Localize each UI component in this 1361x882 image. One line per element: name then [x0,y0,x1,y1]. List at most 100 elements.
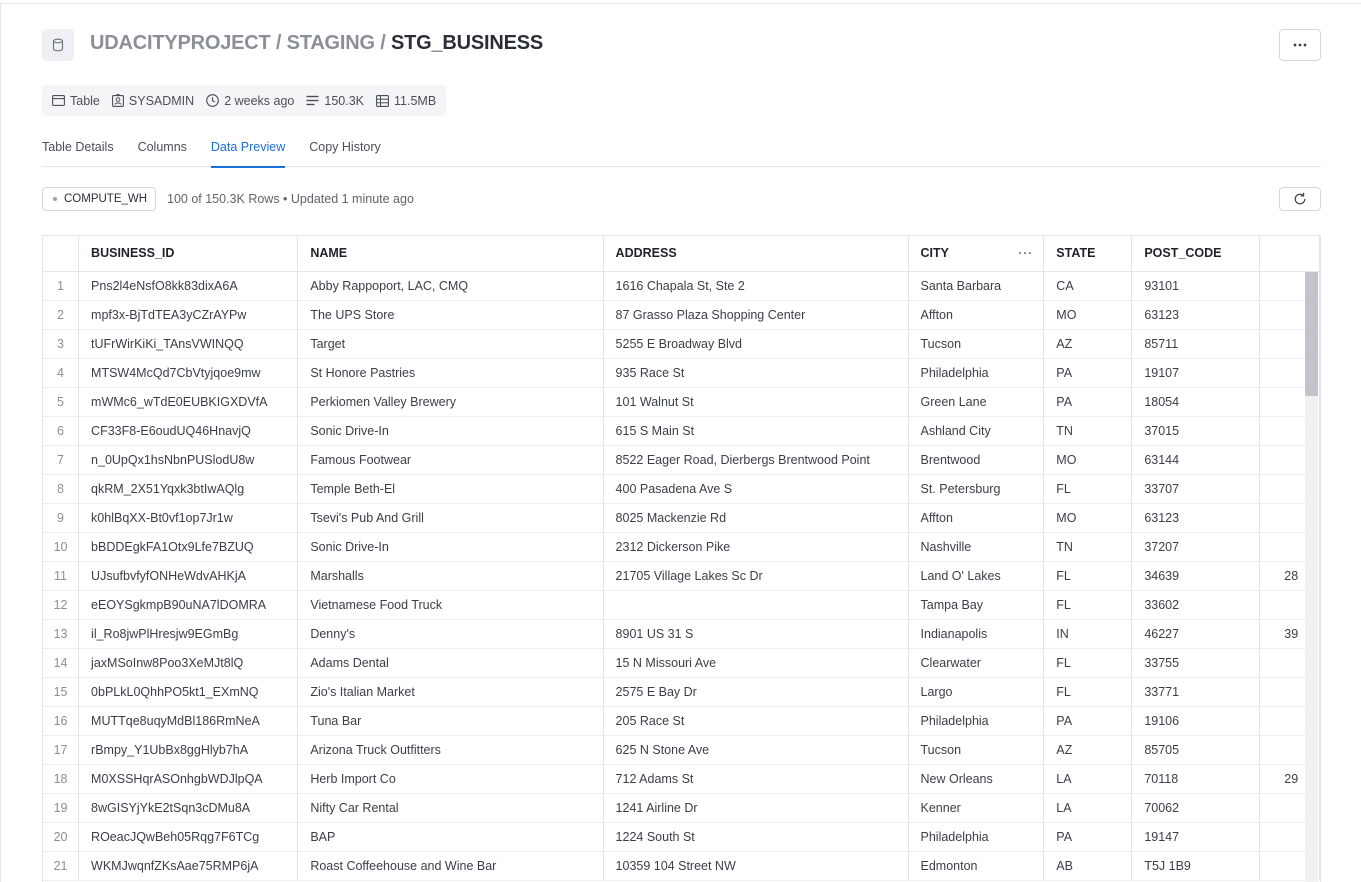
table-cell[interactable]: UJsufbvfyfONHeWdvAHKjA [78,561,299,591]
table-cell[interactable]: MO [1043,445,1133,475]
table-cell[interactable]: AZ [1043,329,1133,359]
table-row[interactable]: 20 ROeacJQwBeh05Rqg7F6TCg BAP 1224 South St… [43,822,1320,852]
table-cell[interactable]: 8wGISYjYkE2tSqn3cDMu8A [78,793,299,823]
table-cell[interactable]: 63144 [1131,445,1261,475]
table-cell[interactable]: LA [1043,764,1133,794]
table-cell[interactable]: 400 Pasadena Ave S [603,474,909,504]
table-cell[interactable]: Roast Coffeehouse and Wine Bar [297,851,604,881]
table-cell[interactable]: IN [1043,619,1133,649]
table-cell[interactable]: 33771 [1131,677,1261,707]
table-cell[interactable]: Pns2l4eNsfO8kk83dixA6A [78,271,299,301]
table-cell[interactable]: Ashland City [908,416,1045,446]
column-header[interactable]: BUSINESS_ID [78,236,299,272]
table-cell[interactable]: 33707 [1131,474,1261,504]
tab-columns[interactable]: Columns [138,131,187,167]
table-cell[interactable]: Vietnamese Food Truck [297,590,604,620]
table-cell[interactable]: FL [1043,677,1133,707]
table-cell[interactable]: 935 Race St [603,358,909,388]
table-cell[interactable]: 205 Race St [603,706,909,736]
table-cell[interactable]: PA [1043,358,1133,388]
table-cell[interactable]: 1241 Airline Dr [603,793,909,823]
table-cell[interactable]: 63123 [1131,300,1261,330]
table-cell[interactable]: Santa Barbara [908,271,1045,301]
table-cell[interactable]: mpf3x-BjTdTEA3yCZrAYPw [78,300,299,330]
table-row[interactable]: 3 tUFrWirKiKi_TAnsVWINQQ Target 5255 E Broa… [43,329,1320,359]
tab-data-preview[interactable]: Data Preview [210,131,286,168]
table-row[interactable]: 7 n_0UpQx1hsNbnPUSlodU8w Famous Footwear 85… [43,445,1320,475]
table-cell[interactable]: Green Lane [908,387,1045,417]
table-cell[interactable]: eEOYSgkmpB90uNA7lDOMRA [78,590,299,620]
table-cell[interactable]: Sonic Drive-In [297,416,604,446]
table-cell[interactable]: 19147 [1131,822,1261,852]
table-cell[interactable]: 19107 [1131,358,1261,388]
table-cell[interactable]: MTSW4McQd7CbVtyjqoe9mw [78,358,299,388]
scrollbar-thumb[interactable] [1305,272,1318,396]
table-cell[interactable]: 33602 [1131,590,1261,620]
table-cell[interactable]: 85705 [1131,735,1261,765]
table-cell[interactable]: tUFrWirKiKi_TAnsVWINQQ [78,329,299,359]
table-row[interactable]: 14 jaxMSoInw8Poo3XeMJt8lQ Adams Dental 15 N… [43,648,1320,678]
table-cell[interactable]: FL [1043,648,1133,678]
breadcrumb-schema[interactable]: STAGING [287,32,375,54]
table-cell[interactable]: Edmonton [908,851,1045,881]
table-cell[interactable]: 8025 Mackenzie Rd [603,503,909,533]
refresh-button[interactable] [1279,187,1321,211]
table-cell[interactable]: 19106 [1131,706,1261,736]
table-cell[interactable]: 34639 [1131,561,1261,591]
table-cell[interactable]: 712 Adams St [603,764,909,794]
table-cell[interactable]: 1616 Chapala St, Ste 2 [603,271,909,301]
warehouse-selector[interactable]: COMPUTE_WH [42,187,157,211]
table-cell[interactable]: St. Petersburg [908,474,1045,504]
column-header[interactable]: ADDRESS [603,236,909,272]
table-cell[interactable]: qkRM_2X51Yqxk3btIwAQlg [78,474,299,504]
table-cell[interactable]: Affton [908,503,1045,533]
vertical-scrollbar[interactable] [1305,272,1318,882]
table-cell[interactable]: Land O' Lakes [908,561,1045,591]
table-cell[interactable]: FL [1043,474,1133,504]
table-cell[interactable]: Abby Rappoport, LAC, CMQ [297,271,604,301]
table-cell[interactable]: 615 S Main St [603,416,909,446]
table-cell[interactable]: FL [1043,590,1133,620]
table-cell[interactable]: Tucson [908,735,1045,765]
table-row[interactable]: 12 eEOYSgkmpB90uNA7lDOMRA Vietnamese Food … [43,590,1320,620]
table-cell[interactable]: mWMc6_wTdE0EUBKIGXDVfA [78,387,299,417]
table-cell[interactable]: 21705 Village Lakes Sc Dr [603,561,909,591]
table-cell[interactable]: BAP [297,822,604,852]
table-cell[interactable]: 15 N Missouri Ave [603,648,909,678]
table-row[interactable]: 13 il_Ro8jwPlHresjw9EGmBg Denny's 8901 US 3… [43,619,1320,649]
table-cell[interactable]: Kenner [908,793,1045,823]
table-row[interactable]: 9 k0hlBqXX-Bt0vf1op7Jr1w Tsevi's Pub And G… [43,503,1320,533]
table-cell[interactable]: 625 N Stone Ave [603,735,909,765]
table-cell[interactable]: 70062 [1131,793,1261,823]
column-header[interactable] [1259,236,1320,272]
table-row[interactable]: 10 bBDDEgkFA1Otx9Lfe7BZUQ Sonic Drive-In 23… [43,532,1320,562]
table-cell[interactable]: Temple Beth-El [297,474,604,504]
table-cell[interactable]: Tampa Bay [908,590,1045,620]
table-row[interactable]: 18 M0XSSHqrASOnhgbWDJlpQA Herb Import Co 71… [43,764,1320,794]
table-cell[interactable]: k0hlBqXX-Bt0vf1op7Jr1w [78,503,299,533]
table-cell[interactable]: Perkiomen Valley Brewery [297,387,604,417]
table-cell[interactable] [603,590,909,620]
table-row[interactable]: 2 mpf3x-BjTdTEA3yCZrAYPw The UPS Store 87 G… [43,300,1320,330]
table-cell[interactable]: Denny's [297,619,604,649]
table-cell[interactable]: MUTTqe8uqyMdBl186RmNeA [78,706,299,736]
table-cell[interactable]: FL [1043,561,1133,591]
column-menu-icon[interactable]: ··· [1018,246,1033,260]
table-cell[interactable]: TN [1043,532,1133,562]
table-cell[interactable]: bBDDEgkFA1Otx9Lfe7BZUQ [78,532,299,562]
table-cell[interactable]: 2312 Dickerson Pike [603,532,909,562]
table-cell[interactable]: 10359 104 Street NW [603,851,909,881]
table-cell[interactable]: St Honore Pastries [297,358,604,388]
table-cell[interactable]: MO [1043,503,1133,533]
table-cell[interactable]: 18054 [1131,387,1261,417]
table-cell[interactable]: 2575 E Bay Dr [603,677,909,707]
column-header[interactable]: POST_CODE [1131,236,1261,272]
table-cell[interactable]: CA [1043,271,1133,301]
table-cell[interactable]: Nashville [908,532,1045,562]
table-row[interactable]: 5 mWMc6_wTdE0EUBKIGXDVfA Perkiomen Valley … [43,387,1320,417]
column-header[interactable]: NAME [297,236,604,272]
table-row[interactable]: 21 WKMJwqnfZKsAae75RMP6jA Roast Coffeehous… [43,851,1320,881]
tab-table-details[interactable]: Table Details [42,131,114,167]
table-cell[interactable]: Philadelphia [908,822,1045,852]
table-cell[interactable]: Arizona Truck Outfitters [297,735,604,765]
